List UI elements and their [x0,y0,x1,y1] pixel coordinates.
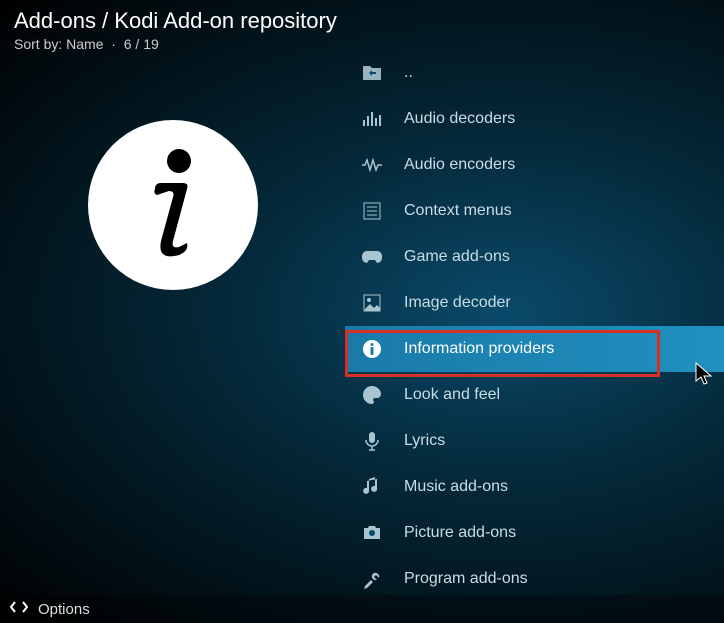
list-item-label: Lyrics [404,432,445,450]
list-item-label: Audio encoders [404,156,515,174]
music-note-icon [358,473,386,501]
breadcrumb: Add-ons / Kodi Add-on repository [14,8,710,34]
list-item-look-and-feel[interactable]: Look and feel [345,372,724,418]
microphone-icon [358,427,386,455]
info-glyph-icon [133,145,213,265]
camera-icon [358,519,386,547]
footer-bar: Options [0,595,724,623]
list-item-label: Music add-ons [404,478,508,496]
list-item-audio-decoders[interactable]: Audio decoders [345,96,724,142]
list-item-context-menus[interactable]: Context menus [345,188,724,234]
options-button[interactable]: Options [38,601,90,618]
list-item-lyrics[interactable]: Lyrics [345,418,724,464]
content-area: .. Audio decoders Audio encoders Context… [0,50,724,595]
list-item-label: Program add-ons [404,570,528,588]
folder-back-icon [358,59,386,87]
list-item-information-providers[interactable]: Information providers [345,326,724,372]
list-item-label: Information providers [404,340,554,358]
list-item-label: Game add-ons [404,248,510,266]
list-item-image-decoder[interactable]: Image decoder [345,280,724,326]
list-item-label: Picture add-ons [404,524,516,542]
info-circle-icon [358,335,386,363]
list-item-picture-addons[interactable]: Picture add-ons [345,510,724,556]
list-item-game-addons[interactable]: Game add-ons [345,234,724,280]
list-item-back[interactable]: .. [345,50,724,96]
list-item-label: Context menus [404,202,512,220]
menu-list-icon [358,197,386,225]
list-item-label: Audio decoders [404,110,515,128]
waveform-icon [358,151,386,179]
list-item-label: Image decoder [404,294,511,312]
preview-panel [0,50,345,595]
options-arrows-icon [10,600,28,618]
gamepad-icon [358,243,386,271]
equalizer-icon [358,105,386,133]
list-item-label: .. [404,64,413,82]
category-list[interactable]: .. Audio decoders Audio encoders Context… [345,50,724,595]
list-item-music-addons[interactable]: Music add-ons [345,464,724,510]
tools-icon [358,565,386,593]
header: Add-ons / Kodi Add-on repository Sort by… [0,0,724,54]
image-frame-icon [358,289,386,317]
list-item-label: Look and feel [404,386,500,404]
info-preview-image [88,120,258,290]
palette-icon [358,381,386,409]
list-item-audio-encoders[interactable]: Audio encoders [345,142,724,188]
